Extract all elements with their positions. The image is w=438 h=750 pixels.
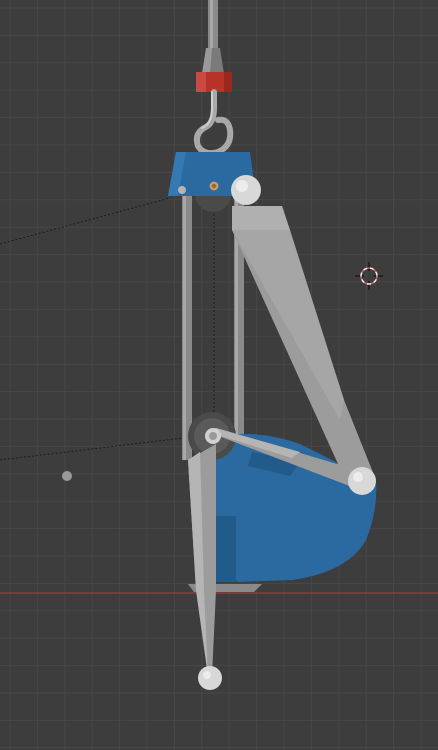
pulley-pin-left (178, 186, 186, 194)
right-joint (348, 467, 376, 495)
3d-viewport[interactable] (0, 0, 438, 750)
viewport-background (0, 0, 438, 750)
object-origin-icon[interactable] (62, 471, 72, 481)
bottom-joint (198, 666, 222, 690)
